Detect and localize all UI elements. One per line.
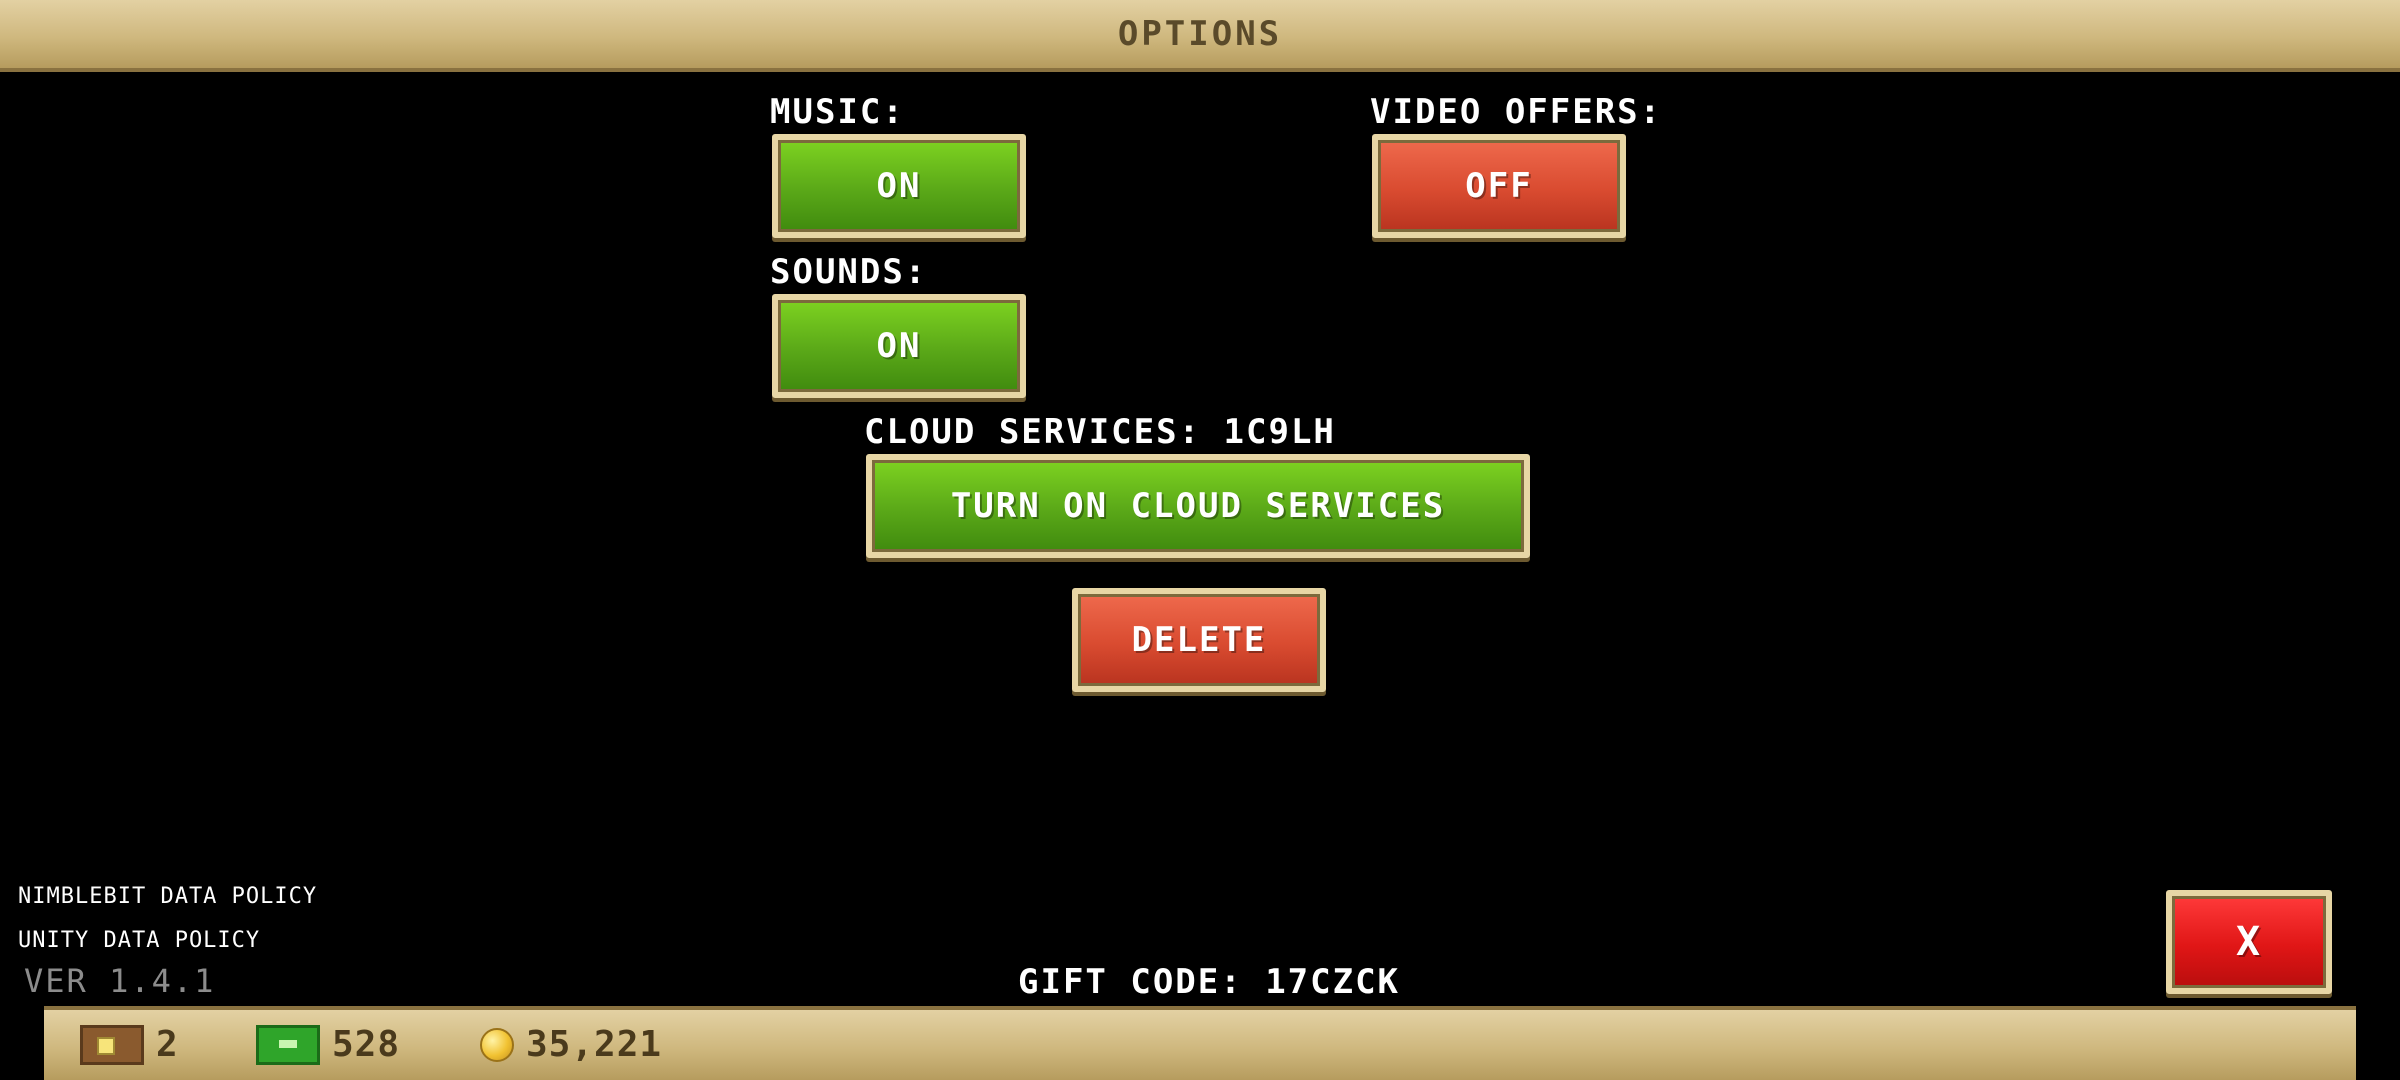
cash-icon <box>256 1024 320 1065</box>
video-offers-label: VIDEO OFFERS: <box>1370 92 1663 132</box>
gift-code-label: GIFT CODE: <box>1018 962 1243 1002</box>
gift-code: GIFT CODE: 17CZCK <box>1018 962 1400 1002</box>
music-label: MUSIC: <box>770 92 905 132</box>
resource-bar: 2 528 35,221 <box>44 1006 2356 1080</box>
sounds-toggle-button[interactable]: ON <box>772 294 1026 398</box>
gift-code-value: 17CZCK <box>1265 962 1401 1002</box>
turn-on-cloud-services-button[interactable]: TURN ON CLOUD SERVICES <box>866 454 1530 558</box>
music-toggle-button[interactable]: ON <box>772 134 1026 238</box>
coins-stat: 35,221 <box>480 1024 662 1065</box>
nimblebit-data-policy-link[interactable]: NIMBLEBIT DATA POLICY <box>18 884 317 909</box>
unity-data-policy-link[interactable]: UNITY DATA POLICY <box>18 928 260 953</box>
coins-count: 35,221 <box>526 1024 663 1065</box>
close-icon: X <box>2235 919 2263 965</box>
cloud-services-label: CLOUD SERVICES: 1C9LH <box>864 412 1336 452</box>
cloud-services-label-text: CLOUD SERVICES: <box>864 412 1202 452</box>
options-title-bar: OPTIONS <box>0 0 2400 72</box>
rooms-stat: 2 <box>80 1024 179 1065</box>
coin-icon <box>480 1027 514 1062</box>
version-label: VER 1.4.1 <box>24 962 216 1000</box>
bux-count: 528 <box>332 1024 401 1065</box>
room-icon <box>80 1024 144 1065</box>
bux-stat: 528 <box>256 1024 400 1065</box>
video-offers-toggle-button[interactable]: OFF <box>1372 134 1626 238</box>
rooms-count: 2 <box>156 1024 179 1065</box>
sounds-label: SOUNDS: <box>770 252 928 292</box>
close-button[interactable]: X <box>2166 890 2332 994</box>
cloud-services-code: 1C9LH <box>1223 412 1336 452</box>
page-title: OPTIONS <box>1117 14 1283 54</box>
delete-button[interactable]: DELETE <box>1072 588 1326 692</box>
